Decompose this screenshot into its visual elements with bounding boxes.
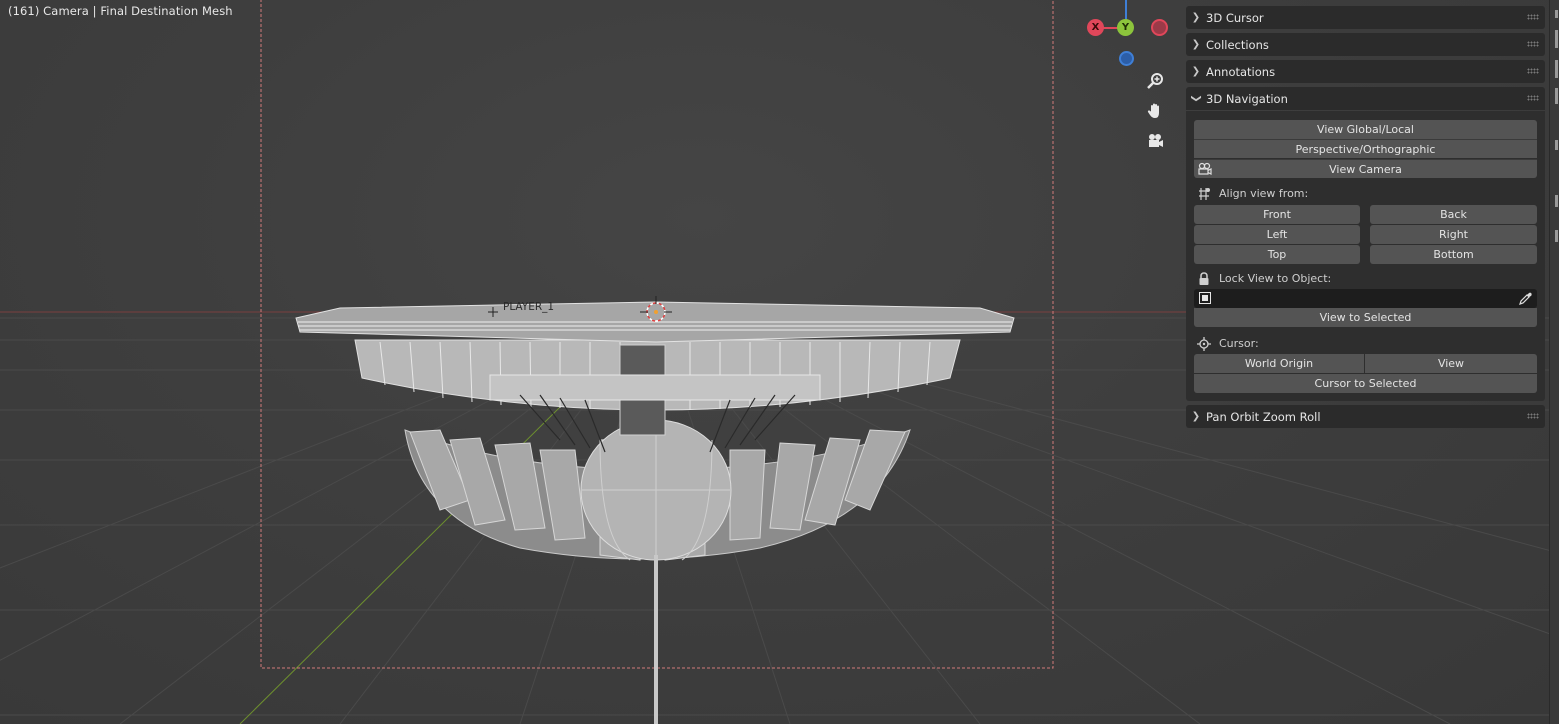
view-camera-button[interactable]: View Camera — [1194, 159, 1537, 178]
chevron-right-icon: ❯ — [1191, 66, 1201, 77]
panel-3d-cursor[interactable]: ❯ 3D Cursor — [1186, 6, 1545, 29]
viewport-view-label: (161) Camera | Final Destination Mesh — [8, 4, 233, 18]
panel-title: 3D Cursor — [1206, 10, 1264, 25]
y-axis-icon[interactable]: Y — [1117, 19, 1134, 36]
camera-icon — [1197, 161, 1213, 177]
object-icon — [1199, 292, 1211, 304]
panel-3d-navigation[interactable]: ❯ 3D Navigation — [1186, 87, 1545, 110]
cursor-icon — [1196, 336, 1212, 352]
eyedropper-icon[interactable] — [1518, 291, 1533, 306]
back-button[interactable]: Back — [1370, 205, 1537, 224]
navigation-gizmo[interactable]: X Y — [1080, 0, 1170, 70]
drag-grip-icon[interactable] — [1527, 14, 1539, 20]
perspective-orthographic-button[interactable]: Perspective/Orthographic — [1194, 139, 1537, 158]
panel-title: Collections — [1206, 37, 1269, 52]
drag-grip-icon[interactable] — [1527, 95, 1539, 101]
panel-title: Annotations — [1206, 64, 1276, 79]
left-button[interactable]: Left — [1194, 225, 1360, 244]
neg-x-axis-icon[interactable] — [1151, 19, 1168, 36]
drag-grip-icon[interactable] — [1527, 41, 1539, 47]
view-cursor-button[interactable]: View — [1365, 354, 1537, 373]
view-camera-label: View Camera — [1329, 163, 1402, 176]
bottom-button[interactable]: Bottom — [1370, 245, 1537, 264]
view-to-selected-button[interactable]: View to Selected — [1194, 308, 1537, 327]
neg-z-axis-icon[interactable] — [1119, 51, 1134, 66]
lock-icon — [1196, 271, 1212, 287]
panel-title: 3D Navigation — [1206, 91, 1288, 106]
lock-object-field[interactable] — [1194, 289, 1537, 308]
view-global-local-button[interactable]: View Global/Local — [1194, 120, 1537, 139]
right-button[interactable]: Right — [1370, 225, 1537, 244]
world-origin-button[interactable]: World Origin — [1194, 354, 1364, 373]
top-button[interactable]: Top — [1194, 245, 1360, 264]
align-view-from-label: Align view from: — [1219, 187, 1309, 200]
front-button[interactable]: Front — [1194, 205, 1360, 224]
cursor-to-selected-button[interactable]: Cursor to Selected — [1194, 374, 1537, 393]
zoom-icon[interactable] — [1143, 69, 1167, 93]
chevron-right-icon: ❯ — [1191, 39, 1201, 50]
panel-pan-orbit-zoom-roll[interactable]: ❯ Pan Orbit Zoom Roll — [1186, 405, 1545, 428]
sidebar-tab-strip[interactable] — [1549, 0, 1559, 724]
x-axis-icon[interactable]: X — [1087, 19, 1104, 36]
panel-annotations[interactable]: ❯ Annotations — [1186, 60, 1545, 83]
object-name-label: PLAYER_1 — [503, 301, 555, 313]
drag-grip-icon[interactable] — [1527, 413, 1539, 419]
drag-grip-icon[interactable] — [1527, 68, 1539, 74]
camera-icon[interactable] — [1143, 129, 1167, 153]
sidebar-panel: ❯ 3D Cursor ❯ Collections ❯ Annotations … — [1186, 0, 1546, 440]
align-view-icon — [1196, 186, 1212, 202]
chevron-right-icon: ❯ — [1191, 12, 1201, 23]
final-destination-mesh — [295, 301, 1015, 724]
chevron-down-icon: ❯ — [1190, 94, 1202, 103]
cursor-label: Cursor: — [1219, 337, 1259, 350]
panel-collections[interactable]: ❯ Collections — [1186, 33, 1545, 56]
lock-view-to-object-label: Lock View to Object: — [1219, 272, 1332, 285]
chevron-right-icon: ❯ — [1191, 411, 1201, 422]
hand-pan-icon[interactable] — [1143, 99, 1167, 123]
panel-title: Pan Orbit Zoom Roll — [1206, 409, 1321, 424]
